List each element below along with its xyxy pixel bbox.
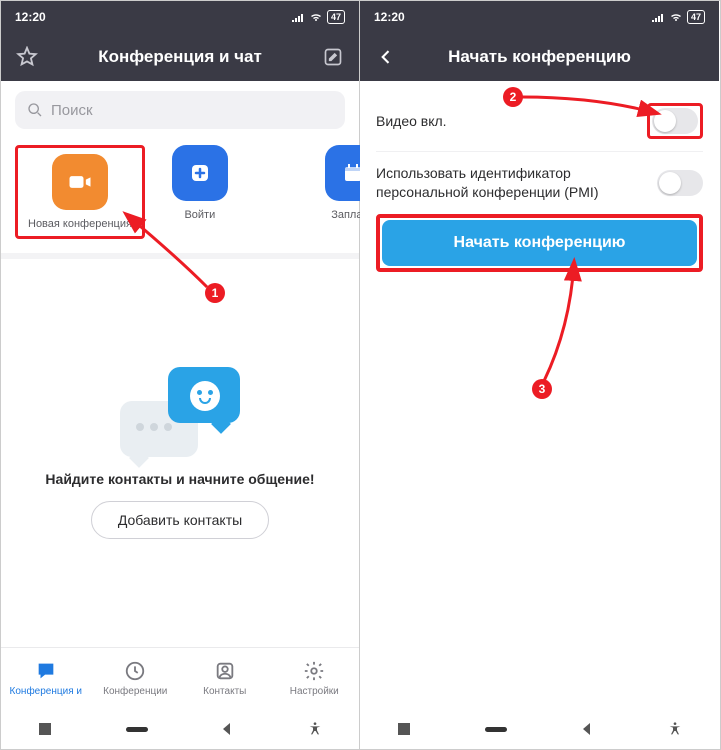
back-button[interactable]	[364, 33, 408, 81]
tab-bar: Конференция и Конференции Контакты Настр…	[1, 647, 359, 709]
toggle-video[interactable]	[652, 108, 698, 134]
nav-back-icon[interactable]	[220, 722, 234, 736]
status-icons: 47	[651, 10, 705, 24]
nav-back-icon[interactable]	[580, 722, 594, 736]
status-time: 12:20	[374, 10, 405, 24]
android-nav-bar	[1, 709, 359, 749]
tab-settings[interactable]: Настройки	[270, 648, 360, 709]
status-icons: 47	[291, 10, 345, 24]
chat-illustration	[120, 367, 240, 457]
search-icon	[27, 102, 43, 118]
signal-icon	[291, 12, 305, 22]
tab-meet-chat[interactable]: Конференция и	[1, 648, 91, 709]
nav-accessibility-icon[interactable]	[667, 721, 683, 737]
highlight-start: Начать конференцию	[376, 214, 703, 272]
battery-icon: 47	[687, 10, 705, 24]
tab-contacts[interactable]: Контакты	[180, 648, 270, 709]
toggle-pmi[interactable]	[657, 170, 703, 196]
add-contacts-button[interactable]: Добавить контакты	[91, 501, 269, 539]
phone-left: 12:20 47 Конференция и чат Поиск	[1, 1, 360, 749]
compose-button[interactable]	[311, 33, 355, 81]
star-icon	[16, 46, 38, 68]
android-nav-bar	[360, 709, 719, 749]
new-meeting-button[interactable]	[52, 154, 108, 210]
row-use-pmi: Использовать идентификатор персональной …	[376, 152, 703, 214]
action-join[interactable]: Войти	[145, 145, 255, 239]
nav-home-icon[interactable]	[126, 725, 148, 733]
action-label: Новая конференция	[28, 218, 132, 230]
join-button[interactable]	[172, 145, 228, 201]
clock-icon	[124, 660, 146, 682]
start-meeting-button[interactable]: Начать конференцию	[382, 220, 697, 266]
signal-icon	[651, 12, 665, 22]
start-settings: Видео вкл. Использовать идентификатор пе…	[360, 81, 719, 272]
action-new-meeting[interactable]: Новая конференция	[15, 145, 145, 239]
compose-icon	[323, 47, 343, 67]
video-icon	[66, 168, 94, 196]
plus-icon	[188, 161, 212, 185]
nav-recent-icon[interactable]	[396, 721, 412, 737]
battery-icon: 47	[327, 10, 345, 24]
header-right: Начать конференцию	[360, 33, 719, 81]
step-badge-1: 1	[205, 283, 225, 303]
gear-icon	[303, 660, 325, 682]
wifi-icon	[309, 12, 323, 22]
tutorial-frame: 12:20 47 Конференция и чат Поиск	[0, 0, 721, 750]
search-wrap: Поиск	[1, 81, 359, 139]
action-schedule[interactable]: Заплани	[255, 145, 365, 239]
wifi-icon	[669, 12, 683, 22]
status-bar: 12:20 47	[1, 1, 359, 33]
chevron-left-icon	[376, 47, 396, 67]
row-label: Видео вкл.	[376, 112, 647, 131]
phone-right: 12:20 47 Начать конференцию Видео вкл. И…	[360, 1, 719, 749]
status-time: 12:20	[15, 10, 46, 24]
search-input[interactable]: Поиск	[15, 91, 345, 129]
header-title: Начать конференцию	[448, 47, 631, 67]
spacer	[360, 272, 719, 709]
row-label: Использовать идентификатор персональной …	[376, 164, 657, 202]
header-title: Конференция и чат	[98, 47, 262, 67]
nav-recent-icon[interactable]	[37, 721, 53, 737]
search-placeholder: Поиск	[51, 102, 93, 119]
favorite-button[interactable]	[5, 33, 49, 81]
tab-meetings[interactable]: Конференции	[91, 648, 181, 709]
action-label: Войти	[184, 209, 215, 221]
contacts-icon	[214, 660, 236, 682]
chat-icon	[35, 660, 57, 682]
empty-message: Найдите контакты и начните общение!	[45, 471, 314, 487]
empty-state: Найдите контакты и начните общение! Доба…	[1, 259, 359, 647]
step-badge-3: 3	[532, 379, 552, 399]
row-video-on: Видео вкл.	[376, 91, 703, 152]
header-left: Конференция и чат	[1, 33, 359, 81]
nav-home-icon[interactable]	[485, 725, 507, 733]
status-bar: 12:20 47	[360, 1, 719, 33]
step-badge-2: 2	[503, 87, 523, 107]
nav-accessibility-icon[interactable]	[307, 721, 323, 737]
actions-row: Новая конференция Войти Заплани	[1, 139, 359, 253]
